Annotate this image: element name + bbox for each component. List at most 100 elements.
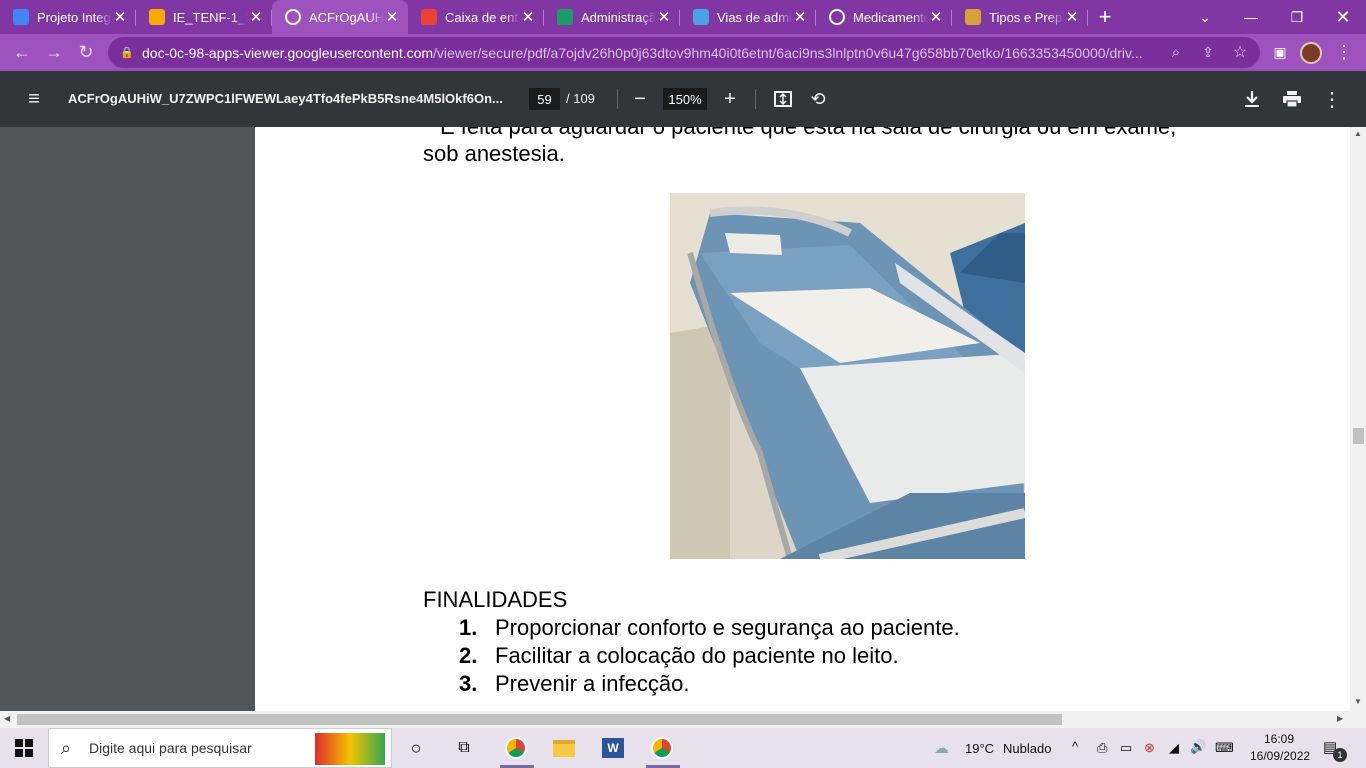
- zoom-in-icon[interactable]: +: [718, 87, 742, 111]
- list-number: 3.: [459, 671, 478, 696]
- show-hidden-icons-icon[interactable]: ^: [1072, 739, 1078, 754]
- volume-icon[interactable]: 🔊: [1190, 739, 1206, 755]
- file-explorer-icon[interactable]: [548, 732, 580, 764]
- gmail-icon: [421, 9, 437, 25]
- share-icon[interactable]: ⇪: [1192, 36, 1224, 68]
- tab-title: Projeto Integ: [37, 9, 111, 25]
- bookmark-star-icon[interactable]: ☆: [1224, 36, 1256, 68]
- notification-badge: 1: [1333, 748, 1347, 762]
- clock-time[interactable]: 16:09: [1264, 732, 1294, 746]
- toolbar-divider: [755, 89, 756, 109]
- address-bar[interactable]: 🔒 doc-0c-98-apps-viewer.googleuserconten…: [108, 37, 1260, 68]
- reload-icon[interactable]: ↻: [70, 37, 102, 69]
- address-toolbar: ← → ↻ 🔒 doc-0c-98-apps-viewer.googleuser…: [0, 34, 1366, 71]
- rotate-icon[interactable]: ⟲: [806, 87, 830, 111]
- lock-icon: 🔒: [120, 47, 134, 59]
- tab-title: Vias de admi: [717, 9, 792, 25]
- globe-icon: [829, 9, 845, 25]
- scroll-down-icon[interactable]: ▼: [1354, 697, 1362, 706]
- taskbar-search[interactable]: ⌕ Digite aqui para pesquisar: [48, 728, 392, 768]
- close-tab-icon[interactable]: ✕: [928, 8, 944, 26]
- tab-title: Medicamento: [853, 9, 928, 25]
- close-tab-icon[interactable]: ✕: [656, 8, 672, 26]
- tab-search-icon[interactable]: ⌄: [1182, 0, 1228, 34]
- vertical-scrollbar[interactable]: ▲ ▼: [1350, 127, 1366, 711]
- weather-temp[interactable]: 19°C: [965, 741, 994, 756]
- clock-date[interactable]: 16/09/2022: [1250, 749, 1310, 763]
- list-item: Facilitar a colocação do paciente no lei…: [495, 643, 899, 668]
- search-placeholder: Digite aqui para pesquisar: [89, 740, 252, 756]
- scroll-right-icon[interactable]: ▶: [1337, 714, 1343, 723]
- tab-8[interactable]: Tipos e Prepa ✕: [952, 0, 1088, 34]
- more-actions-icon[interactable]: ⋮: [1320, 87, 1344, 111]
- tab-6[interactable]: Vias de admi ✕: [680, 0, 816, 34]
- close-tab-icon[interactable]: ✕: [384, 8, 400, 26]
- download-icon[interactable]: [1240, 87, 1264, 111]
- chrome-taskbar-icon[interactable]: [500, 732, 532, 764]
- chrome-profile-icon[interactable]: [646, 732, 678, 764]
- pdf-toolbar: ≡ ACFrOgAUHiW_U7ZWPC1lFWEWLaey4Tfo4fePkB…: [0, 71, 1366, 127]
- search-icon: ⌕: [61, 738, 72, 758]
- hospital-bed-photo: [670, 193, 1025, 559]
- list-item: Proporcionar conforto e segurança ao pac…: [495, 615, 960, 640]
- classroom-icon: [149, 9, 165, 25]
- text-line: sob anestesia.: [423, 141, 565, 166]
- close-tab-icon[interactable]: ✕: [112, 8, 128, 26]
- close-tab-icon[interactable]: ✕: [792, 8, 808, 26]
- scroll-thumb[interactable]: [17, 714, 1062, 725]
- page-number-input[interactable]: 59: [529, 88, 560, 110]
- minimize-icon[interactable]: —: [1228, 0, 1274, 34]
- task-view-icon[interactable]: ⧉: [448, 732, 480, 764]
- scroll-up-icon[interactable]: ▲: [1354, 129, 1362, 138]
- zoom-input[interactable]: 150%: [663, 88, 707, 110]
- close-tab-icon[interactable]: ✕: [1064, 8, 1080, 26]
- pdf-page: É feita para aguardar o paciente que est…: [255, 127, 1350, 711]
- tipos-site-icon: [965, 9, 981, 25]
- tab-title: Caixa de entr: [445, 9, 520, 25]
- meet-icon[interactable]: ⎙: [1097, 740, 1107, 756]
- network-error-icon[interactable]: ⊗: [1144, 740, 1155, 756]
- menu-icon[interactable]: ≡: [22, 87, 46, 111]
- forward-icon[interactable]: →: [38, 37, 70, 69]
- scroll-thumb[interactable]: [1353, 428, 1364, 444]
- zoom-out-icon[interactable]: −: [628, 87, 652, 111]
- restore-icon[interactable]: ❐: [1274, 0, 1320, 34]
- section-heading: FINALIDADES: [423, 587, 568, 612]
- horizontal-scrollbar[interactable]: ◀ ▶: [0, 711, 1366, 728]
- tab-5[interactable]: Administraçã ✕: [544, 0, 680, 34]
- tab-title: Tipos e Prepa: [989, 9, 1064, 25]
- tab-2[interactable]: IE_TENF-1_20✕: [136, 0, 272, 34]
- back-icon[interactable]: ←: [6, 37, 38, 69]
- new-tab-button[interactable]: +: [1088, 0, 1122, 34]
- tab-3[interactable]: ACFrOgAUHi ✕: [272, 0, 408, 34]
- tab-1[interactable]: Projeto Integ ✕: [0, 0, 136, 34]
- close-tab-icon[interactable]: ✕: [248, 8, 264, 26]
- keyboard-icon[interactable]: ⌨: [1215, 740, 1234, 756]
- print-icon[interactable]: [1280, 87, 1304, 111]
- battery-icon[interactable]: ▭: [1120, 740, 1132, 756]
- search-highlight-image: [315, 733, 385, 765]
- windows-start-icon[interactable]: [8, 732, 40, 764]
- tab-title: Administraçã: [581, 9, 656, 25]
- weather-text[interactable]: Nublado: [1003, 741, 1051, 756]
- partial-text-line: É feita para aguardar o paciente que est…: [440, 127, 1176, 140]
- tab-4[interactable]: Caixa de entr ✕: [408, 0, 544, 34]
- zoom-icon[interactable]: ⌕: [1160, 36, 1192, 68]
- close-window-icon[interactable]: ✕: [1320, 0, 1366, 34]
- tab-title: ACFrOgAUHi: [309, 9, 384, 25]
- tab-7[interactable]: Medicamento ✕: [816, 0, 952, 34]
- fit-page-icon[interactable]: [771, 87, 795, 111]
- cortana-icon[interactable]: ○: [400, 732, 432, 764]
- avatar[interactable]: [1300, 42, 1322, 64]
- scroll-left-icon[interactable]: ◀: [4, 714, 10, 723]
- wifi-icon[interactable]: ◢: [1169, 740, 1179, 756]
- url-text: doc-0c-98-apps-viewer.googleusercontent.…: [142, 44, 1143, 61]
- pdf-viewer[interactable]: É feita para aguardar o paciente que est…: [0, 127, 1350, 711]
- side-panel-icon[interactable]: ▣: [1264, 36, 1296, 68]
- chrome-menu-icon[interactable]: ⋮: [1328, 36, 1360, 68]
- admin-site-icon: [557, 9, 573, 25]
- tab-separator: [1087, 10, 1088, 26]
- close-tab-icon[interactable]: ✕: [520, 8, 536, 26]
- page-total: / 109: [566, 91, 595, 106]
- word-icon[interactable]: W: [597, 732, 629, 764]
